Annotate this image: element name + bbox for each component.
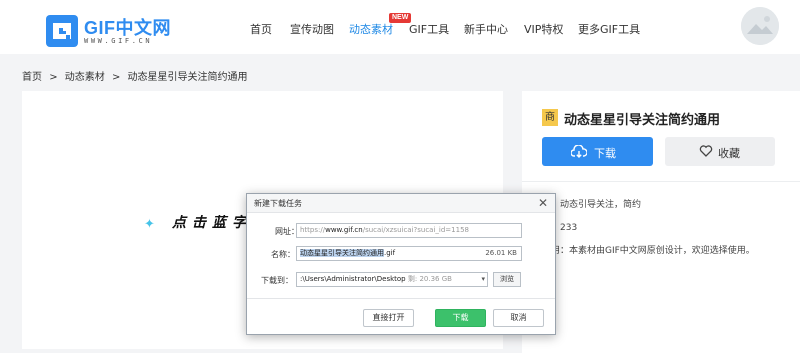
heart-icon <box>699 145 713 157</box>
open-directly-button[interactable]: 直接打开 <box>363 309 414 327</box>
logo-subtext: WWW.GIF.CN <box>84 37 153 45</box>
save-path-select[interactable]: :\Users\Administrator\Desktop 剩: 20.36 G… <box>296 272 488 287</box>
breadcrumb-separator: > <box>111 72 121 83</box>
download-button-label: 下载 <box>594 147 616 160</box>
breadcrumb-home[interactable]: 首页 <box>22 72 42 83</box>
preview-text: 点击蓝字 <box>172 215 252 231</box>
url-field[interactable]: https://www.gif.cn/sucai/xzsuicai?sucai_… <box>296 223 522 238</box>
material-title: 动态星星引导关注简约通用 <box>564 113 721 128</box>
cancel-button[interactable]: 取消 <box>493 309 544 327</box>
favorite-button[interactable]: 收藏 <box>665 137 775 166</box>
cloud-download-icon <box>571 145 587 158</box>
nav-beginner-center[interactable]: 新手中心 <box>464 21 508 37</box>
meta-commercial: 商用：本素材由GIF中文网原创设计，欢迎选择使用。 <box>542 246 755 256</box>
download-button[interactable]: 下载 <box>542 137 653 166</box>
save-to-label: 下载到： <box>261 276 293 285</box>
sparkle-icon: ✦ <box>144 217 155 232</box>
dialog-header: 新建下载任务 ✕ <box>247 194 555 213</box>
dialog-download-button[interactable]: 下载 <box>435 309 486 327</box>
dialog-title: 新建下载任务 <box>254 199 302 208</box>
breadcrumb: 首页 > 动态素材 > 动态星星引导关注简约通用 <box>22 68 252 83</box>
nav-dynamic-materials[interactable]: 动态素材 <box>349 21 393 37</box>
url-path: /sucai/xzsuicai?sucai_id=1158 <box>362 226 469 234</box>
nav-home[interactable]: 首页 <box>250 21 272 37</box>
nav-promo-gifs[interactable]: 宣传动图 <box>290 21 334 37</box>
breadcrumb-current: 动态星星引导关注简约通用 <box>127 72 248 83</box>
name-label: 名称： <box>271 250 295 259</box>
avatar-image-icon <box>741 7 779 45</box>
material-info-panel: 商 动态星星引导关注简约通用 下载 收藏 类：动态引导关注，简约 度：233 商… <box>522 91 800 353</box>
browse-button[interactable]: 浏览 <box>493 272 521 287</box>
dialog-divider <box>247 298 555 299</box>
save-path: :\Users\Administrator\Desktop <box>300 275 406 283</box>
breadcrumb-dynamic-materials[interactable]: 动态素材 <box>65 72 105 83</box>
filename-selected: 动态星星引导关注简约通用 <box>300 249 384 257</box>
meta-category: 类：动态引导关注，简约 <box>542 200 642 210</box>
url-host: www.gif.cn <box>325 226 363 234</box>
top-navbar: GIF中文网 WWW.GIF.CN 首页 宣传动图 动态素材 GIF工具 新手中… <box>0 0 800 54</box>
avatar[interactable] <box>741 7 779 45</box>
nav-more-gif-tools[interactable]: 更多GIF工具 <box>578 21 640 37</box>
category-badge: 商 <box>542 109 558 126</box>
url-prefix: https:// <box>300 226 326 234</box>
new-badge: NEW <box>389 13 412 23</box>
free-space: 剩: 20.36 GB <box>407 275 452 283</box>
close-icon[interactable]: ✕ <box>538 196 548 210</box>
divider <box>522 181 800 182</box>
breadcrumb-separator: > <box>49 72 58 83</box>
chevron-down-icon: ▾ <box>481 275 485 283</box>
filename-extension: .gif <box>384 249 396 257</box>
main-nav: 首页 宣传动图 动态素材 GIF工具 新手中心 VIP特权 更多GIF工具 <box>0 21 800 37</box>
nav-vip[interactable]: VIP特权 <box>524 21 563 37</box>
filename-field[interactable]: 动态星星引导关注简约通用.gif 26.01 KB <box>296 246 522 261</box>
nav-gif-tools[interactable]: GIF工具 <box>409 21 449 37</box>
favorite-button-label: 收藏 <box>718 147 740 160</box>
file-size: 26.01 KB <box>485 249 517 257</box>
new-download-task-dialog: 新建下载任务 ✕ 网址： https://www.gif.cn/sucai/xz… <box>246 193 556 335</box>
